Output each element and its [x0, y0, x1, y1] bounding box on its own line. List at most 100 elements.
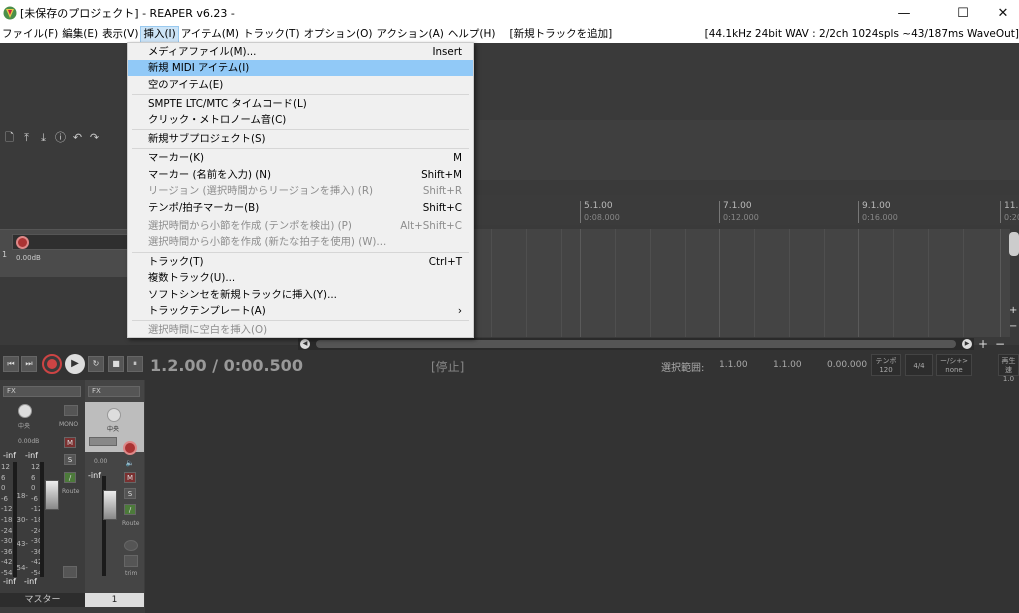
master-meter-left [13, 462, 17, 577]
ruler-marker: 5.1.00 0:08.000 [580, 201, 620, 223]
zoom-out-icon[interactable]: − [995, 338, 1005, 350]
record-arm-button[interactable] [16, 236, 29, 249]
master-mute-button[interactable]: M [64, 437, 76, 448]
track1-mute-button[interactable]: M [124, 472, 136, 483]
title-bar: [未保存のプロジェクト] - REAPER v6.23 - — ☐ ✕ [0, 0, 1019, 26]
menu-help[interactable]: ヘルプ(H) [446, 26, 498, 43]
menu-item-measure-detect[interactable]: 選択時間から小節を作成 (テンポを検出) (P) Alt+Shift+C [128, 218, 473, 234]
selection-start[interactable]: 1.1.00 [719, 360, 748, 370]
go-to-start-icon[interactable]: ⏮ [3, 356, 19, 372]
track1-pan-knob[interactable] [107, 408, 121, 422]
close-button[interactable]: ✕ [980, 0, 1019, 26]
track1-strip: FX 中央 0.00 🔈 -inf M S / Route trim [85, 380, 144, 593]
menu-item-new-midi-item[interactable]: 新規 MIDI アイテム(I) [128, 60, 473, 76]
menu-options[interactable]: オプション(O) [302, 26, 375, 43]
menu-item-softsynth[interactable]: ソフトシンセを新規トラックに挿入(Y)... [128, 287, 473, 303]
menu-item-track[interactable]: トラック(T) Ctrl+T [128, 254, 473, 270]
master-pan-knob[interactable] [18, 404, 32, 418]
menu-item-smpte[interactable]: SMPTE LTC/MTC タイムコード(L) [128, 96, 473, 112]
track1-fx-button[interactable]: FX [88, 386, 140, 397]
menu-file[interactable]: ファイル(F) [0, 26, 60, 43]
menu-edit[interactable]: 編集(E) [60, 26, 100, 43]
undo-icon[interactable]: ↶ [71, 131, 84, 144]
menu-insert[interactable]: 挿入(I) [140, 26, 179, 43]
master-strip: FX 中央 MONO 0.00dB -inf -inf M S / Route … [0, 380, 85, 593]
track1-speaker-icon[interactable]: 🔈 [124, 458, 136, 469]
menu-item-marker[interactable]: マーカー(K) M [128, 150, 473, 166]
scroll-left-icon[interactable]: ◀ [300, 339, 310, 349]
menu-item-empty-item[interactable]: 空のアイテム(E) [128, 77, 473, 93]
track-name-field[interactable] [12, 234, 128, 250]
menu-item-track-template[interactable]: トラックテンプレート(A) › [128, 303, 473, 319]
master-bottom-left: -inf [3, 577, 16, 586]
reaper-logo-icon [3, 6, 17, 20]
menu-item-multiple-tracks[interactable]: 複数トラック(U)... [128, 270, 473, 286]
menu-actions[interactable]: アクション(A) [375, 26, 446, 43]
menu-item-tempo-marker[interactable]: テンポ/拍子マーカー(B) Shift+C [128, 200, 473, 216]
master-fx-button[interactable]: FX [3, 386, 81, 397]
track1-phase-icon[interactable] [89, 437, 117, 446]
master-fader[interactable] [45, 480, 59, 510]
track1-solo-button[interactable]: S [124, 488, 136, 499]
ruler-marker: 9.1.00 0:16.000 [858, 201, 898, 223]
track1-record-arm[interactable] [123, 441, 137, 455]
info-icon[interactable]: ⓘ [54, 131, 67, 144]
menu-item-media-file[interactable]: メディアファイル(M)... Insert [128, 44, 473, 60]
main-toolbar: 🗋 ⤒ ⤓ ⓘ ↶ ↷ [0, 126, 128, 148]
minimize-button[interactable]: — [881, 0, 927, 26]
track1-env-icon[interactable] [124, 555, 138, 567]
file-icon[interactable]: 🗋 [3, 131, 16, 144]
timeline-ruler[interactable]: 5.1.00 0:08.000 7.1.00 0:12.000 9.1.00 0:16… [474, 195, 1019, 225]
master-solo-button[interactable]: S [64, 454, 76, 465]
master-env-icon[interactable] [63, 566, 77, 578]
master-mono-icon[interactable] [64, 405, 78, 416]
tempo-box[interactable]: テンポ 120 [871, 354, 901, 376]
play-button[interactable]: ▶ [65, 354, 85, 374]
track1-trim-knob[interactable] [124, 540, 138, 551]
master-route-icon[interactable]: / [64, 472, 76, 483]
track-lane[interactable] [474, 229, 1010, 337]
record-button[interactable] [42, 354, 62, 374]
track1-peak: -inf [88, 471, 101, 480]
master-scale-left: 12 6 0 -6 -12 -18 -24 -30 -36 -42 -54 [1, 463, 13, 577]
track-number: 1 [2, 250, 8, 259]
master-meter-right [40, 462, 44, 577]
menu-item-metronome[interactable]: クリック・メトロノーム音(C) [128, 112, 473, 128]
repeat-icon[interactable]: ↻ [88, 356, 104, 372]
menu-item-region[interactable]: リージョン (選択時間からリージョンを挿入) (R) Shift+R [128, 183, 473, 199]
menu-item-marker-named[interactable]: マーカー (名前を入力) (N) Shift+M [128, 167, 473, 183]
track1-fader[interactable] [103, 490, 117, 520]
scrollbar-thumb[interactable] [316, 340, 956, 348]
menu-track[interactable]: トラック(T) [241, 26, 302, 43]
menu-item-measure-new-sig[interactable]: 選択時間から小節を作成 (新たな拍子を使用) (W)... [128, 234, 473, 250]
selection-end[interactable]: 1.1.00 [773, 360, 802, 370]
insert-menu: メディアファイル(M)... Insert 新規 MIDI アイテム(I) 空のア… [127, 42, 474, 338]
menu-add-track[interactable]: [新規トラックを追加] [507, 26, 614, 43]
open-icon[interactable]: ⤒ [20, 131, 33, 144]
menu-item-insert-space[interactable]: 選択時間に空白を挿入(O) [128, 322, 473, 338]
playrate-box[interactable]: ー/シ+> none [936, 354, 972, 376]
rate-box[interactable]: 再生速 1.0 [998, 354, 1019, 383]
master-pan-label: 中央 [18, 423, 31, 430]
save-icon[interactable]: ⤓ [37, 131, 50, 144]
track1-route-icon[interactable]: / [124, 504, 136, 515]
vertical-zoom-controls[interactable]: + − [1009, 232, 1019, 332]
selection-length[interactable]: 0.00.000 [827, 360, 867, 370]
track-control-panel[interactable]: 1 0.00dB [0, 229, 128, 277]
menu-item[interactable]: アイテム(M) [179, 26, 241, 43]
pause-icon[interactable]: ⏸ [127, 356, 143, 372]
track-volume: 0.00dB [16, 254, 41, 262]
horizontal-scrollbar[interactable]: ◀ ▶ [298, 338, 974, 350]
go-to-end-icon[interactable]: ⏭ [21, 356, 37, 372]
menu-view[interactable]: 表示(V) [100, 26, 140, 43]
track1-label[interactable]: 1 [85, 593, 144, 607]
redo-icon[interactable]: ↷ [88, 131, 101, 144]
master-track-label[interactable]: マスター [0, 593, 85, 607]
stop-icon[interactable]: ■ [108, 356, 124, 372]
scroll-right-icon[interactable]: ▶ [962, 339, 972, 349]
timesig-box[interactable]: 4/4 [905, 354, 933, 376]
master-peak-left: -inf [3, 451, 16, 460]
menu-item-subproject[interactable]: 新規サブプロジェクト(S) [128, 131, 473, 147]
menu-bar: ファイル(F) 編集(E) 表示(V) 挿入(I) アイテム(M) トラック(T… [0, 26, 1019, 43]
zoom-in-icon[interactable]: + [978, 338, 988, 350]
